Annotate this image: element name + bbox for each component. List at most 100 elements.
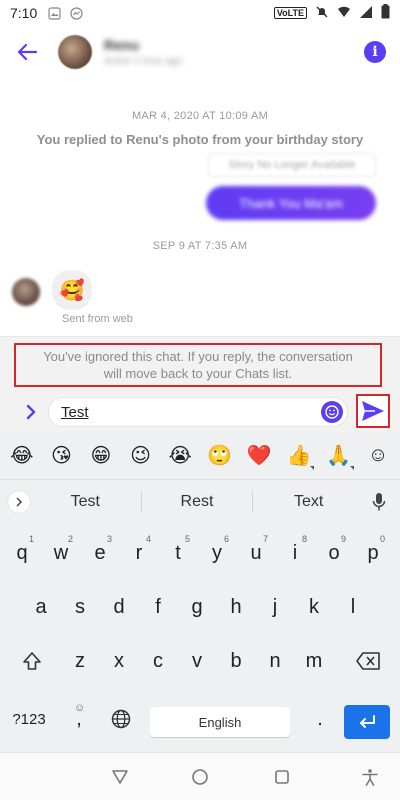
chevron-right-icon — [16, 497, 23, 507]
send-button[interactable] — [356, 394, 390, 428]
key-g[interactable]: g — [179, 582, 215, 632]
square-recents-icon — [275, 770, 289, 784]
key-o[interactable]: o9 — [316, 528, 352, 578]
key-u[interactable]: u7 — [238, 528, 274, 578]
key-x[interactable]: x — [101, 636, 137, 686]
key-b[interactable]: b — [218, 636, 254, 686]
accessibility-button[interactable] — [358, 765, 382, 789]
key-p[interactable]: p0 — [355, 528, 391, 578]
notice-line: will move back to your Chats list. — [103, 366, 293, 381]
emoji-key[interactable]: 👍 — [284, 443, 314, 470]
sender-avatar — [12, 278, 40, 306]
enter-key[interactable] — [344, 705, 390, 739]
key-row-3: z x c v b n m — [0, 636, 400, 686]
voice-input-button[interactable] — [364, 492, 394, 512]
emoji-picker-button[interactable] — [321, 401, 343, 423]
back-button[interactable] — [14, 39, 40, 65]
key-w[interactable]: w2 — [43, 528, 79, 578]
key-i[interactable]: i8 — [277, 528, 313, 578]
nav-home-button[interactable] — [188, 765, 212, 789]
shift-icon — [23, 652, 41, 670]
key-t[interactable]: t5 — [160, 528, 196, 578]
globe-icon — [111, 709, 131, 729]
key-row-4: ?123 , ☺ English . — [0, 694, 400, 744]
emoji-key[interactable]: ❤️ — [244, 443, 274, 468]
chevron-right-icon — [26, 404, 36, 420]
contact-avatar[interactable] — [58, 35, 92, 69]
key-a[interactable]: a — [23, 582, 59, 632]
emoji-key[interactable]: 😁 — [86, 443, 116, 468]
circle-home-icon — [192, 769, 208, 785]
language-key[interactable] — [102, 694, 140, 744]
word-suggestion-row: Test Rest Text — [0, 484, 400, 520]
key-j[interactable]: j — [257, 582, 293, 632]
outgoing-message-bubble[interactable]: Thank You Ma'am — [206, 186, 376, 220]
wifi-icon — [337, 5, 351, 22]
key-e[interactable]: e3 — [82, 528, 118, 578]
message-timestamp: MAR 4, 2020 AT 10:09 AM — [131, 110, 269, 122]
backspace-key[interactable] — [346, 636, 390, 686]
microphone-icon — [372, 493, 386, 511]
key-d[interactable]: d — [101, 582, 137, 632]
keyboard-menu-button[interactable] — [8, 491, 30, 513]
story-unavailable-card: Story No Longer Available — [208, 153, 376, 177]
triangle-back-icon — [112, 770, 128, 784]
emoji-key[interactable]: 😘 — [46, 443, 76, 468]
word-suggestion[interactable]: Rest — [142, 493, 253, 511]
battery-icon — [381, 4, 390, 22]
smile-icon — [325, 405, 339, 419]
notice-line: You've ignored this chat. If you reply, … — [43, 349, 353, 364]
message-input-text: Test — [61, 403, 89, 421]
emoji-comma-key[interactable]: , ☺ — [60, 694, 98, 744]
accessibility-icon — [362, 769, 378, 786]
backspace-icon — [356, 652, 380, 670]
key-row-1: q1 w2 e3 r4 t5 y6 u7 i8 o9 p0 — [0, 528, 400, 578]
key-r[interactable]: r4 — [121, 528, 157, 578]
system-nav-bar — [0, 752, 400, 800]
key-row-2: a s d f g h j k l — [0, 582, 400, 632]
emoji-key[interactable]: 🙏 — [324, 443, 354, 470]
key-f[interactable]: f — [140, 582, 176, 632]
key-c[interactable]: c — [140, 636, 176, 686]
key-h[interactable]: h — [218, 582, 254, 632]
incoming-emoji-message[interactable]: 🥰 — [52, 270, 92, 310]
key-n[interactable]: n — [257, 636, 293, 686]
emoji-key[interactable]: 🙄 — [205, 443, 235, 468]
ignored-chat-notice: You've ignored this chat. If you reply, … — [14, 343, 382, 387]
nav-recents-button[interactable] — [270, 765, 294, 789]
emoji-suggestion-row: 😂 😘 😁 😉 😭 🙄 ❤️ 👍 🙏 ☺ — [0, 432, 400, 480]
enter-icon — [360, 715, 375, 728]
nav-back-button[interactable] — [108, 765, 132, 789]
info-icon[interactable]: i — [364, 41, 386, 63]
message-composer: Test — [0, 392, 400, 432]
emoji-key[interactable]: ☺ — [363, 444, 393, 467]
spacebar[interactable]: English — [150, 707, 290, 737]
contact-info[interactable]: Renu Active 1 hour ago — [104, 37, 182, 67]
story-reply-note: You replied to Renu's photo from your bi… — [36, 132, 364, 147]
status-bar: 7:10 VoLTE — [0, 0, 400, 26]
key-y[interactable]: y6 — [199, 528, 235, 578]
word-suggestion[interactable]: Test — [30, 493, 141, 511]
mute-icon — [315, 5, 329, 22]
messenger-notification-icon — [69, 6, 83, 20]
key-v[interactable]: v — [179, 636, 215, 686]
key-k[interactable]: k — [296, 582, 332, 632]
word-suggestion[interactable]: Text — [253, 493, 364, 511]
key-q[interactable]: q1 — [4, 528, 40, 578]
status-time: 7:10 — [10, 5, 38, 21]
message-input[interactable]: Test — [48, 397, 348, 427]
expand-actions-button[interactable] — [20, 400, 42, 424]
key-m[interactable]: m — [296, 636, 332, 686]
emoji-key-hint: ☺ — [74, 702, 86, 714]
soft-keyboard: 😂 😘 😁 😉 😭 🙄 ❤️ 👍 🙏 ☺ Test Rest Text q1 w… — [0, 432, 400, 752]
period-key[interactable]: . — [302, 694, 338, 744]
key-l[interactable]: l — [335, 582, 371, 632]
key-z[interactable]: z — [62, 636, 98, 686]
shift-key[interactable] — [10, 636, 54, 686]
symbols-key[interactable]: ?123 — [4, 694, 54, 744]
emoji-key[interactable]: 😭 — [165, 443, 195, 468]
back-arrow-icon — [17, 43, 38, 61]
emoji-key[interactable]: 😂 — [7, 443, 37, 468]
emoji-key[interactable]: 😉 — [126, 443, 156, 468]
key-s[interactable]: s — [62, 582, 98, 632]
